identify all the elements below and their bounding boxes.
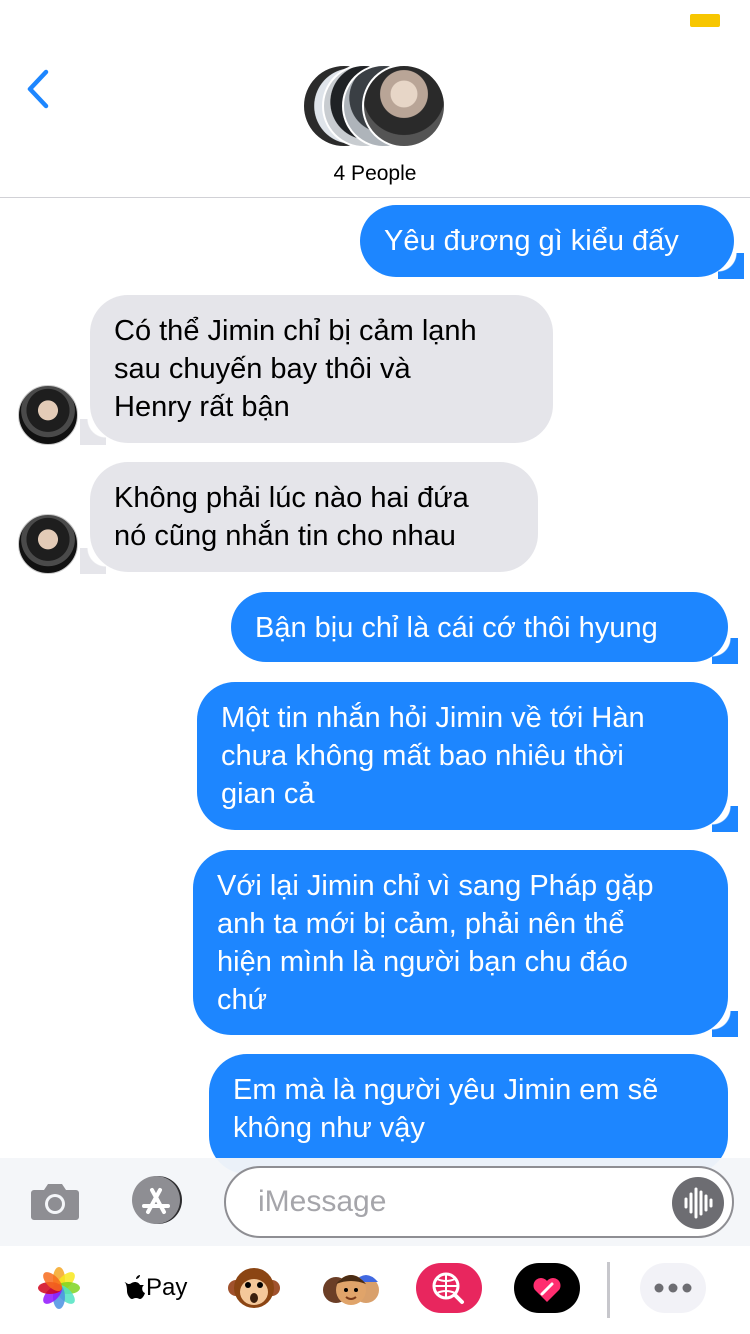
photos-icon	[38, 1267, 80, 1309]
more-apps-button[interactable]	[640, 1260, 706, 1316]
back-button[interactable]	[20, 66, 60, 112]
apple-pay-button[interactable]: Pay	[122, 1260, 188, 1316]
message-bubble-incoming[interactable]: Có thể Jimin chỉ bị cảm lạnh sau chuyến …	[80, 295, 553, 445]
app-drawer: Pay	[0, 1246, 750, 1334]
chevron-left-icon	[27, 69, 49, 109]
app-store-button[interactable]	[126, 1174, 190, 1226]
web-search-button[interactable]	[416, 1260, 482, 1316]
message-input[interactable]: iMessage	[224, 1166, 734, 1238]
message-bubble-outgoing[interactable]: Em mà là người yêu Jimin em sẽ không như…	[209, 1054, 728, 1174]
battery-icon	[690, 14, 720, 27]
message-input-placeholder: iMessage	[258, 1185, 387, 1218]
camera-icon	[31, 1184, 79, 1220]
status-bar	[0, 0, 750, 40]
group-avatar-stack[interactable]	[302, 64, 448, 148]
message-text: Có thể Jimin chỉ bị cảm lạnh	[114, 315, 477, 347]
message-text: Yêu đương gì kiểu đấy	[384, 225, 679, 257]
message-text: Bận bịu chỉ là cái cớ thôi hyung	[255, 612, 658, 644]
message-text: nó cũng nhắn tin cho nhau	[114, 520, 456, 552]
message-bubble-outgoing[interactable]: Bận bịu chỉ là cái cớ thôi hyung	[231, 592, 738, 664]
message-text: Với lại Jimin chỉ vì sang Pháp gặp	[217, 870, 654, 902]
drawer-divider	[607, 1262, 610, 1318]
avatar	[362, 64, 446, 148]
memoji-button[interactable]	[318, 1260, 384, 1316]
message-bubble-incoming[interactable]: Không phải lúc nào hai đứa nó cũng nhắn …	[80, 462, 538, 574]
message-text: Henry rất bận	[114, 391, 290, 423]
message-bubble-outgoing[interactable]: Một tin nhắn hỏi Jimin về tới Hàn chưa k…	[197, 682, 738, 832]
message-text: gian cả	[221, 778, 315, 810]
audio-message-button[interactable]	[672, 1177, 724, 1229]
message-text: không như vậy	[233, 1112, 425, 1144]
monkey-animoji-icon	[228, 1268, 280, 1308]
message-text: hiện mình là người bạn chu đáo	[217, 946, 628, 978]
participants-count[interactable]: 4 People	[0, 162, 750, 186]
animoji-button[interactable]	[226, 1260, 282, 1316]
message-text: Không phải lúc nào hai đứa	[114, 482, 469, 514]
web-search-icon	[416, 1263, 482, 1313]
sender-avatar[interactable]	[18, 385, 78, 445]
compose-bar: iMessage	[0, 1158, 750, 1246]
message-bubble-outgoing[interactable]: Với lại Jimin chỉ vì sang Pháp gặp anh t…	[193, 850, 738, 1037]
more-icon	[640, 1263, 706, 1313]
message-text: sau chuyến bay thôi và	[114, 353, 411, 385]
camera-button[interactable]	[30, 1178, 80, 1222]
heart-digital-touch-icon	[514, 1263, 580, 1313]
message-text: chưa không mất bao nhiêu thời	[221, 740, 624, 772]
message-text: Một tin nhắn hỏi Jimin về tới Hàn	[221, 702, 645, 734]
digital-touch-button[interactable]	[514, 1260, 580, 1316]
message-text: anh ta mới bị cảm, phải nên thể	[217, 908, 625, 940]
app-store-icon	[132, 1176, 182, 1224]
memoji-icon	[323, 1275, 379, 1305]
apple-pay-label: Pay	[146, 1274, 188, 1301]
conversation-header: 4 People	[0, 40, 750, 198]
message-bubble-outgoing[interactable]: Yêu đương gì kiểu đấy	[360, 205, 744, 279]
sender-avatar[interactable]	[18, 514, 78, 574]
photos-app-button[interactable]	[34, 1260, 84, 1316]
waveform-icon	[684, 1187, 713, 1219]
message-text: chứ	[217, 984, 268, 1016]
apple-logo-icon	[124, 1275, 145, 1299]
message-text: Em mà là người yêu Jimin em sẽ	[233, 1074, 659, 1106]
